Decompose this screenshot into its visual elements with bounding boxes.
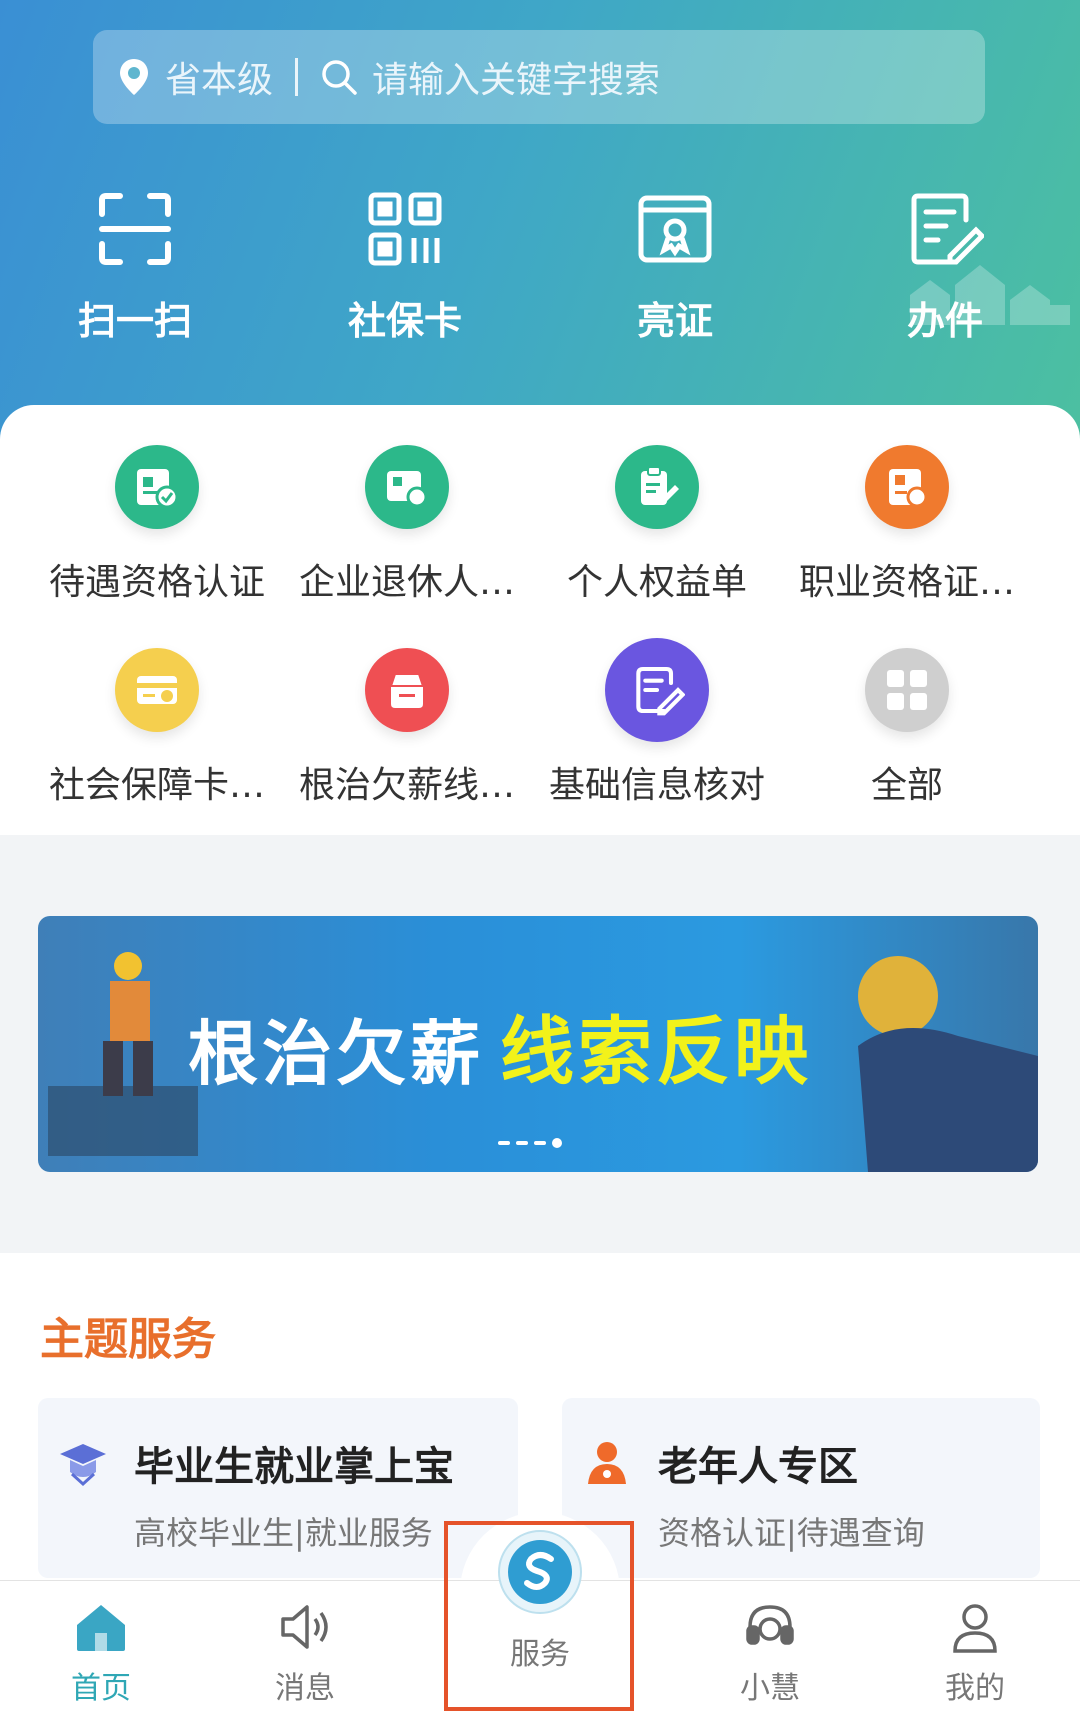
service-label: 社会保障卡… — [48, 765, 265, 806]
promo-banner[interactable]: 根治欠薪 线索反映 — [38, 916, 1038, 1172]
service-label: 根治欠薪线… — [298, 765, 515, 806]
banner-text-white: 根治欠薪 — [188, 1013, 484, 1095]
tab-label: 首页 — [71, 1671, 131, 1706]
user-icon — [953, 1604, 997, 1653]
theme-card-title: 老年人专区 — [658, 1444, 858, 1490]
worker-illustration-right — [858, 956, 1038, 1172]
home-icon — [77, 1605, 125, 1651]
quick-action-label: 社保卡 — [347, 299, 462, 343]
search-icon — [322, 60, 357, 95]
search-bar[interactable]: 省本级 请输入关键字搜索 — [93, 30, 985, 124]
worker-illustration-left — [48, 952, 198, 1156]
location-selector[interactable]: 省本级 — [117, 51, 273, 103]
service-benefit-certification[interactable]: 待遇资格认证 — [32, 445, 282, 605]
carousel-indicator — [498, 1138, 562, 1148]
quick-action-social-card[interactable]: 社保卡 — [270, 190, 540, 345]
graduation-cap-icon — [60, 1444, 106, 1487]
quick-action-label: 亮证 — [636, 299, 713, 343]
banner-text-yellow: 线索反映 — [500, 1009, 812, 1095]
services-card: 待遇资格认证 企业退休人… 个人权益单 职业资格证… 社会保障卡… 根治欠薪线… — [0, 405, 1080, 835]
scan-icon — [99, 193, 171, 265]
section-title: 主题服务 — [40, 1314, 216, 1365]
search-divider — [295, 58, 299, 96]
tab-messages[interactable]: 消息 — [225, 1581, 385, 1721]
mailbox-icon — [365, 648, 449, 732]
headset-icon — [746, 1605, 794, 1645]
service-label: 基础信息核对 — [548, 765, 765, 806]
service-social-security-card[interactable]: 社会保障卡… — [32, 648, 282, 808]
id-check-icon — [115, 445, 199, 529]
document-edit-icon — [605, 638, 709, 742]
speaker-icon — [281, 1605, 328, 1649]
tab-label: 我的 — [945, 1671, 1005, 1706]
service-wage-arrears-clues[interactable]: 根治欠薪线… — [282, 648, 532, 808]
service-label: 职业资格证… — [798, 562, 1015, 603]
quick-action-scan[interactable]: 扫一扫 — [0, 190, 270, 345]
service-professional-qualification[interactable]: 职业资格证… — [782, 445, 1032, 605]
location-pin-icon — [120, 59, 148, 95]
tab-home[interactable]: 首页 — [21, 1581, 181, 1721]
service-enterprise-retiree[interactable]: 企业退休人… — [282, 445, 532, 605]
quick-action-label: 扫一扫 — [77, 299, 192, 343]
location-label: 省本级 — [165, 60, 274, 101]
theme-card-title: 毕业生就业掌上宝 — [134, 1444, 454, 1490]
qr-code-icon — [368, 192, 442, 266]
grid-icon — [865, 648, 949, 732]
service-personal-rights[interactable]: 个人权益单 — [532, 445, 782, 605]
tab-xiaohui[interactable]: 小慧 — [690, 1581, 850, 1721]
highlight-box — [444, 1521, 634, 1711]
card-check-icon — [115, 648, 199, 732]
clipboard-edit-icon — [615, 445, 699, 529]
service-label: 个人权益单 — [566, 562, 747, 603]
service-label: 企业退休人… — [298, 562, 515, 603]
tab-label: 消息 — [275, 1671, 335, 1706]
quick-action-show-certificate[interactable]: 亮证 — [540, 190, 810, 345]
certificate-search-icon — [865, 445, 949, 529]
houses-illustration — [910, 265, 1070, 325]
tab-label: 小慧 — [740, 1671, 800, 1706]
certificate-icon — [638, 195, 712, 263]
search-input[interactable]: 请输入关键字搜索 — [372, 51, 660, 103]
theme-card-subtitle: 高校毕业生|就业服务 — [134, 1514, 433, 1552]
service-label: 待遇资格认证 — [48, 562, 265, 603]
service-label: 全部 — [870, 765, 943, 806]
service-all[interactable]: 全部 — [782, 648, 1032, 808]
service-basic-info-check[interactable]: 基础信息核对 — [532, 638, 782, 808]
theme-card-subtitle: 资格认证|待遇查询 — [658, 1514, 925, 1552]
elder-person-icon — [588, 1442, 626, 1484]
id-search-icon — [365, 445, 449, 529]
tab-mine[interactable]: 我的 — [895, 1581, 1055, 1721]
header-area: 省本级 请输入关键字搜索 扫一扫 社保卡 亮证 — [0, 0, 1080, 470]
